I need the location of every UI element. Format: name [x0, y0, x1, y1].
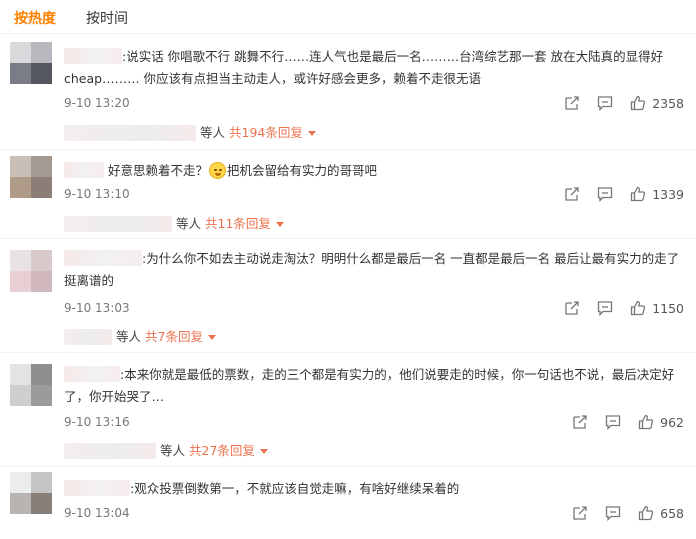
- avatar[interactable]: [10, 156, 52, 198]
- tab-by-heat[interactable]: 按热度: [14, 8, 56, 30]
- thumbs-up-icon[interactable]: [630, 186, 646, 202]
- like-count: 658: [660, 505, 684, 521]
- comment-text: :说实话 你唱歌不行 跳舞不行……连人气也是最后一名………台湾综艺那一套 放在大…: [64, 49, 664, 86]
- reply-count-link[interactable]: 共7条回复: [145, 328, 203, 346]
- thumbs-up-icon[interactable]: [630, 95, 646, 111]
- comment-icon[interactable]: [597, 186, 613, 202]
- comment-body: :说实话 你唱歌不行 跳舞不行……连人气也是最后一名………台湾综艺那一套 放在大…: [64, 46, 684, 90]
- comment-actions: 1339: [547, 185, 684, 203]
- thumbs-up-icon[interactable]: [638, 414, 654, 430]
- comment-divider: [0, 466, 696, 467]
- comment-time: 9-10 13:03: [64, 301, 130, 315]
- comment-text-part-2: 把机会留给有实力的哥哥吧: [227, 163, 378, 178]
- comment-body: :为什么你不如去主动说走淘汰？明明什么都是最后一名 一直都是最后一名 最后让最有…: [64, 248, 684, 292]
- comment-icon[interactable]: [597, 95, 613, 111]
- share-icon[interactable]: [564, 186, 580, 202]
- sleepy-face-emoji: [209, 162, 226, 179]
- comment-time: 9-10 13:04: [64, 506, 130, 520]
- avatar[interactable]: [10, 250, 52, 292]
- replier-names-blurred[interactable]: [64, 329, 112, 345]
- sort-tabs: 按热度 按时间: [14, 8, 128, 30]
- comment-text: :为什么你不如去主动说走淘汰？明明什么都是最后一名 一直都是最后一名 最后让最有…: [64, 251, 680, 288]
- comment-divider: [0, 149, 696, 150]
- comment-divider: [0, 238, 696, 239]
- comment-divider: [0, 352, 696, 353]
- reply-summary: 等人 共11条回复: [64, 215, 684, 233]
- avatar[interactable]: [10, 42, 52, 84]
- like-count: 1150: [652, 300, 684, 316]
- comment-actions: 2358: [547, 94, 684, 112]
- comment-icon[interactable]: [597, 300, 613, 316]
- comment-body: 好意思赖着不走？ 把机会留给有实力的哥哥吧: [64, 160, 684, 182]
- reply-count-link[interactable]: 共11条回复: [205, 215, 271, 233]
- reply-summary: 等人 共7条回复: [64, 328, 684, 346]
- replier-names-blurred[interactable]: [64, 216, 172, 232]
- chevron-down-icon[interactable]: [259, 448, 268, 454]
- comment-actions: 658: [555, 504, 684, 522]
- comment-time: 9-10 13:16: [64, 415, 130, 429]
- thumbs-up-icon[interactable]: [630, 300, 646, 316]
- avatar[interactable]: [10, 472, 52, 514]
- comment-body: :观众投票倒数第一，不就应该自觉走嘛，有啥好继续呆着的: [64, 478, 684, 500]
- reply-prefix: 等人: [176, 216, 202, 231]
- comment-text: :本来你就是最低的票数，走的三个都是有实力的，他们说要走的时候，你一句话也不说，…: [64, 367, 675, 404]
- username-blurred[interactable]: [64, 48, 122, 64]
- tabs-divider: [0, 33, 696, 34]
- like-count: 2358: [652, 95, 684, 111]
- reply-summary: 等人 共27条回复: [64, 442, 684, 460]
- username-blurred[interactable]: [64, 366, 120, 382]
- reply-prefix: 等人: [160, 443, 186, 458]
- username-blurred[interactable]: [64, 250, 142, 266]
- comment-body: :本来你就是最低的票数，走的三个都是有实力的，他们说要走的时候，你一句话也不说，…: [64, 364, 684, 408]
- thumbs-up-icon[interactable]: [638, 505, 654, 521]
- reply-count-link[interactable]: 共27条回复: [189, 442, 255, 460]
- replier-names-blurred[interactable]: [64, 125, 196, 141]
- comment-actions: 962: [555, 413, 684, 431]
- chevron-down-icon[interactable]: [275, 221, 284, 227]
- chevron-down-icon[interactable]: [207, 334, 216, 340]
- like-count: 1339: [652, 186, 684, 202]
- avatar[interactable]: [10, 364, 52, 406]
- reply-prefix: 等人: [200, 125, 226, 140]
- comment-icon[interactable]: [605, 505, 621, 521]
- tab-by-time[interactable]: 按时间: [86, 8, 128, 30]
- share-icon[interactable]: [572, 414, 588, 430]
- reply-summary: 等人 共194条回复: [64, 124, 684, 142]
- comment-text-part-1: 好意思赖着不走？: [107, 163, 208, 178]
- share-icon[interactable]: [564, 300, 580, 316]
- comment-icon[interactable]: [605, 414, 621, 430]
- chevron-down-icon[interactable]: [307, 130, 316, 136]
- share-icon[interactable]: [564, 95, 580, 111]
- share-icon[interactable]: [572, 505, 588, 521]
- like-count: 962: [660, 414, 684, 430]
- comment-actions: 1150: [547, 299, 684, 317]
- reply-count-link[interactable]: 共194条回复: [229, 124, 303, 142]
- reply-prefix: 等人: [116, 329, 142, 344]
- comment-time: 9-10 13:10: [64, 187, 130, 201]
- comment-time: 9-10 13:20: [64, 96, 130, 110]
- comment-text: :观众投票倒数第一，不就应该自觉走嘛，有啥好继续呆着的: [130, 481, 460, 496]
- replier-names-blurred[interactable]: [64, 443, 156, 459]
- username-blurred[interactable]: [64, 162, 104, 178]
- username-blurred[interactable]: [64, 480, 130, 496]
